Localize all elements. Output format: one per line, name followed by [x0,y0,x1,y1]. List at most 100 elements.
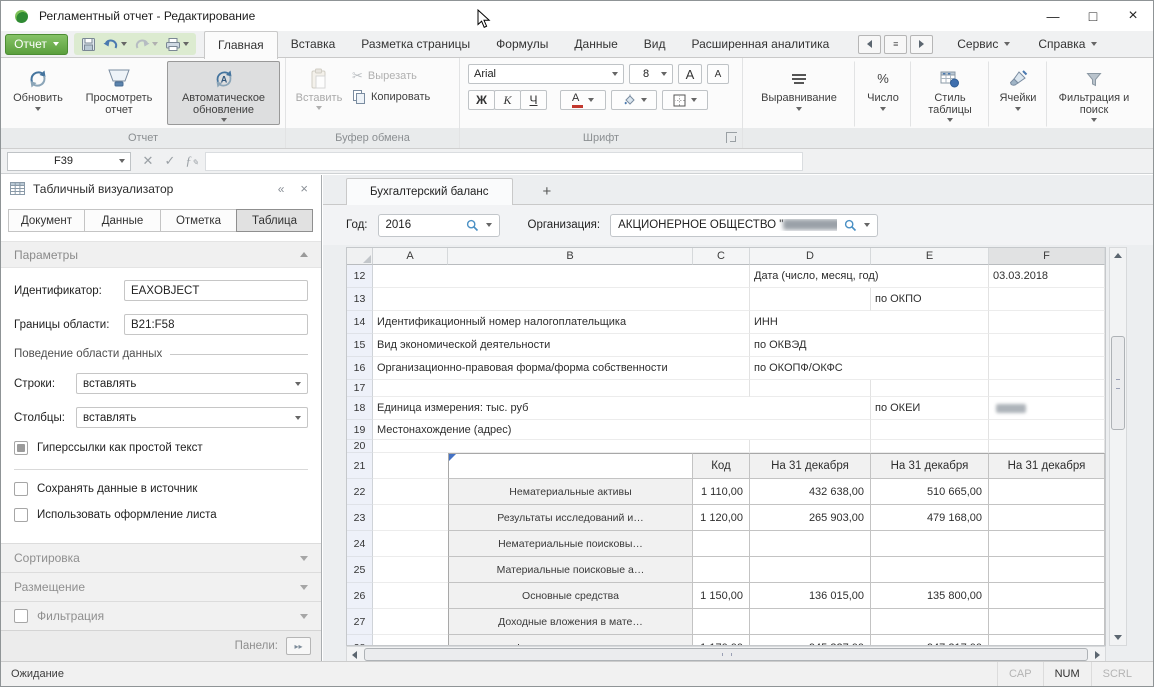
paste-button[interactable]: Вставить [290,61,348,125]
sheet-cell-C25[interactable] [693,557,750,583]
decrease-font-button[interactable]: A [707,64,729,84]
panel-tab-Документ[interactable]: Документ [8,209,85,232]
sheet-cell-F24[interactable] [989,531,1105,557]
sheet-cell-C23[interactable]: 1 120,00 [693,505,750,531]
panels-expand-button[interactable]: ▸▸ [286,637,311,655]
sheet-cell-B13[interactable] [448,288,693,311]
sheet-cell-E18[interactable]: по ОКЕИ [871,397,989,420]
sheet-cell-A23[interactable] [373,505,448,531]
sheet-cell-B26[interactable]: Основные средства [448,583,693,609]
sheet-cell-C22[interactable]: 1 110,00 [693,479,750,505]
select-all-corner[interactable] [347,248,373,265]
undo-button[interactable] [101,35,129,53]
sheet-cell-F28[interactable] [989,635,1105,646]
sheet-cell-F26[interactable] [989,583,1105,609]
column-header-B[interactable]: B [448,248,693,265]
sheet-cell-C27[interactable] [693,609,750,635]
close-panel-icon[interactable]: × [296,181,312,196]
sheet-cell-F18[interactable] [989,397,1105,420]
chevron-down-icon[interactable] [864,223,870,227]
tab-list-button[interactable]: ≡ [884,35,907,54]
section-checkbox[interactable] [14,609,28,623]
document-tab-balance[interactable]: Бухгалтерский баланс [346,178,513,205]
sheet-cell-B28[interactable]: Финансовые вложения [448,635,693,646]
vertical-scrollbar-thumb[interactable] [1111,336,1125,430]
sheet-cell-A21[interactable] [373,453,448,479]
identifier-input[interactable]: EAXOBJECT [124,280,308,301]
checkbox[interactable] [14,508,28,522]
row-header-18[interactable]: 18 [347,397,373,420]
row-header-26[interactable]: 26 [347,583,373,609]
panel-checkbox-row[interactable]: Сохранять данные в источник [14,482,308,496]
copy-button[interactable]: Копировать [348,86,434,107]
italic-button[interactable]: К [494,90,521,110]
column-header-C[interactable]: C [693,248,750,265]
bounds-input[interactable]: B21:F58 [124,314,308,335]
font-name-combobox[interactable]: Arial [468,64,624,84]
number-format-button[interactable]: % Число [855,61,911,127]
sheet-cell-C26[interactable]: 1 150,00 [693,583,750,609]
row-header-14[interactable]: 14 [347,311,373,334]
sheet-cell-D17[interactable] [750,380,871,397]
sheet-cell-E25[interactable] [871,557,989,583]
sheet-cell-C28[interactable]: 1 170,00 [693,635,750,646]
sheet-cell-D25[interactable] [750,557,871,583]
panel-section-Фильтрация[interactable]: Фильтрация [1,601,321,630]
organization-input[interactable]: АКЦИОНЕРНОЕ ОБЩЕСТВО "" [610,214,878,237]
chevron-down-icon[interactable] [183,42,189,46]
sheet-cell-B12[interactable] [448,265,693,288]
sheet-cell-C21[interactable]: Код [693,453,750,479]
column-header-F[interactable]: F [989,248,1105,265]
font-size-combobox[interactable]: 8 [629,64,673,84]
ribbon-tab-Формулы[interactable]: Формулы [483,31,561,58]
sheet-cell-E26[interactable]: 135 800,00 [871,583,989,609]
sheet-cell-E19[interactable] [871,420,989,440]
hyperlinks-checkbox-row[interactable]: Гиперссылки как простой текст [14,441,308,455]
cols-behavior-select[interactable]: вставлять [76,407,308,428]
increase-font-button[interactable]: А [678,64,702,84]
column-header-A[interactable]: A [373,248,448,265]
sheet-cell-A18[interactable]: Единица измерения: тыс. руб [373,397,871,420]
sheet-cell-F17[interactable] [989,380,1105,397]
row-header-20[interactable]: 20 [347,440,373,453]
sheet-cell-D23[interactable]: 265 903,00 [750,505,871,531]
row-header-12[interactable]: 12 [347,265,373,288]
sheet-cell-D28[interactable]: 945 327,00 [750,635,871,646]
panel-tab-Данные[interactable]: Данные [84,209,161,232]
table-style-button[interactable]: Стиль таблицы [911,61,989,127]
sheet-cell-C24[interactable] [693,531,750,557]
formula-input[interactable] [205,152,803,171]
sheet-cell-E27[interactable] [871,609,989,635]
ribbon-tab-Главная[interactable]: Главная [204,31,278,59]
auto-update-toggle[interactable]: A Автоматическое обновление [167,61,280,125]
params-section-header[interactable]: Параметры [1,241,321,268]
tab-scroll-right-button[interactable] [910,35,933,54]
sheet-cell-E21[interactable]: На 31 декабря [871,453,989,479]
new-tab-button[interactable]: + [535,183,560,204]
sheet-cell-F15[interactable] [989,334,1105,357]
font-color-button[interactable]: A [560,90,606,110]
confirm-entry-icon[interactable]: ✓ [159,153,181,169]
sheet-cell-A26[interactable] [373,583,448,609]
year-input[interactable]: 2016 [378,214,500,237]
panel-checkbox-row[interactable]: Использовать оформление листа [14,508,308,522]
sheet-cell-B24[interactable]: Нематериальные поисковы… [448,531,693,557]
sheet-cell-C20[interactable] [693,440,750,453]
row-header-21[interactable]: 21 [347,453,373,479]
ribbon-tab-Расширенная аналитика[interactable]: Расширенная аналитика [678,31,842,58]
minimize-button[interactable]: — [1033,1,1073,31]
sheet-cell-E13[interactable]: по ОКПО [871,288,989,311]
cell-reference-box[interactable]: F39 [7,152,131,171]
row-header-15[interactable]: 15 [347,334,373,357]
report-menu-button[interactable]: Отчет [5,34,68,55]
insert-function-icon[interactable]: ƒ✎ [181,153,203,169]
row-header-16[interactable]: 16 [347,357,373,380]
column-header-E[interactable]: E [871,248,989,265]
scroll-up-button[interactable] [1111,248,1125,263]
sheet-cell-D22[interactable]: 432 638,00 [750,479,871,505]
sheet-cell-C12[interactable] [693,265,750,288]
cancel-entry-icon[interactable]: ✕ [137,153,159,169]
sheet-cell-A13[interactable] [373,288,448,311]
borders-button[interactable] [662,90,708,110]
sheet-cell-B25[interactable]: Материальные поисковые а… [448,557,693,583]
